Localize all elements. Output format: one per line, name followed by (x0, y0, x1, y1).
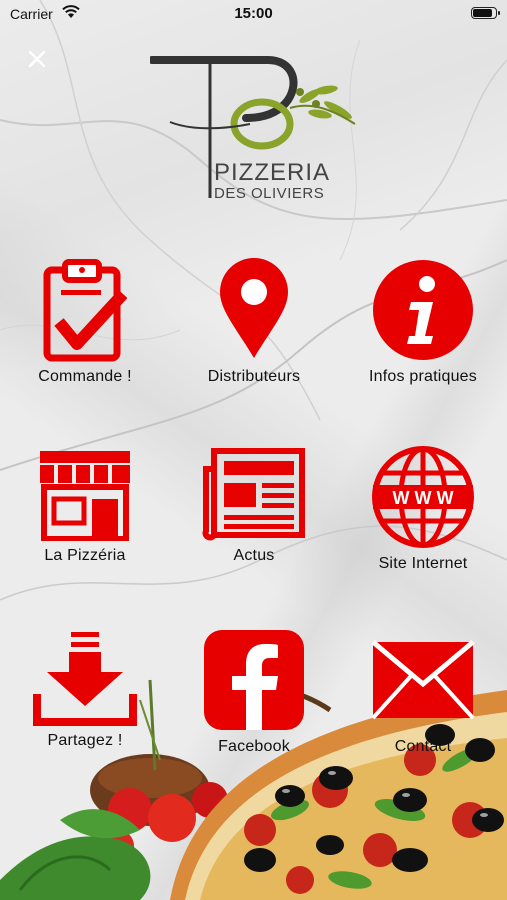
battery-icon (471, 7, 500, 19)
menu-distributeurs-label: Distributeurs (207, 368, 301, 385)
menu-actus-label: Actus (233, 547, 275, 564)
info-icon (373, 260, 473, 360)
menu-facebook-label: Facebook (218, 738, 290, 755)
logo-line2: DES OLIVIERS (214, 185, 324, 202)
menu-la-pizzeria[interactable]: La Pizzéria (0, 445, 170, 565)
close-icon[interactable] (24, 46, 50, 72)
menu-partagez[interactable]: Partagez ! (0, 628, 170, 750)
clipboard-check-icon (43, 259, 127, 362)
facebook-icon (204, 630, 304, 730)
menu-site-internet-label: Site Internet (378, 555, 468, 572)
status-time: 15:00 (234, 5, 273, 22)
map-pin-icon (220, 258, 288, 358)
storefront-icon (40, 451, 130, 541)
menu-infos-pratiques-label: Infos pratiques (369, 368, 477, 385)
globe-www-icon: W W W (372, 446, 474, 548)
menu-actus[interactable]: Actus (169, 445, 339, 565)
menu-la-pizzeria-label: La Pizzéria (44, 547, 126, 564)
menu-contact-label: Contact (394, 738, 452, 755)
menu-infos-pratiques[interactable]: Infos pratiques (338, 258, 507, 386)
menu-commande-label: Commande ! (38, 368, 132, 385)
menu-partagez-label: Partagez ! (47, 732, 123, 749)
menu-contact[interactable]: Contact (338, 628, 507, 756)
menu-facebook[interactable]: Facebook (169, 628, 339, 756)
download-share-icon (33, 632, 137, 726)
logo-line1: PIZZERIA (214, 159, 330, 186)
svg-text:W W W: W W W (393, 488, 454, 508)
status-bar: Carrier 15:00 (0, 0, 507, 28)
menu-distributeurs[interactable]: Distributeurs (169, 258, 339, 386)
pizzeria-logo: PIZZERIA DES OLIVIERS (150, 56, 356, 202)
newspaper-icon (202, 448, 305, 541)
menu-site-internet[interactable]: W W W Site Internet (338, 445, 507, 573)
app-screen: Carrier 15:00 PIZZERIA DES OLIVIERS Comm… (0, 0, 507, 900)
menu-commande[interactable]: Commande ! (0, 258, 170, 386)
envelope-icon (371, 640, 475, 720)
